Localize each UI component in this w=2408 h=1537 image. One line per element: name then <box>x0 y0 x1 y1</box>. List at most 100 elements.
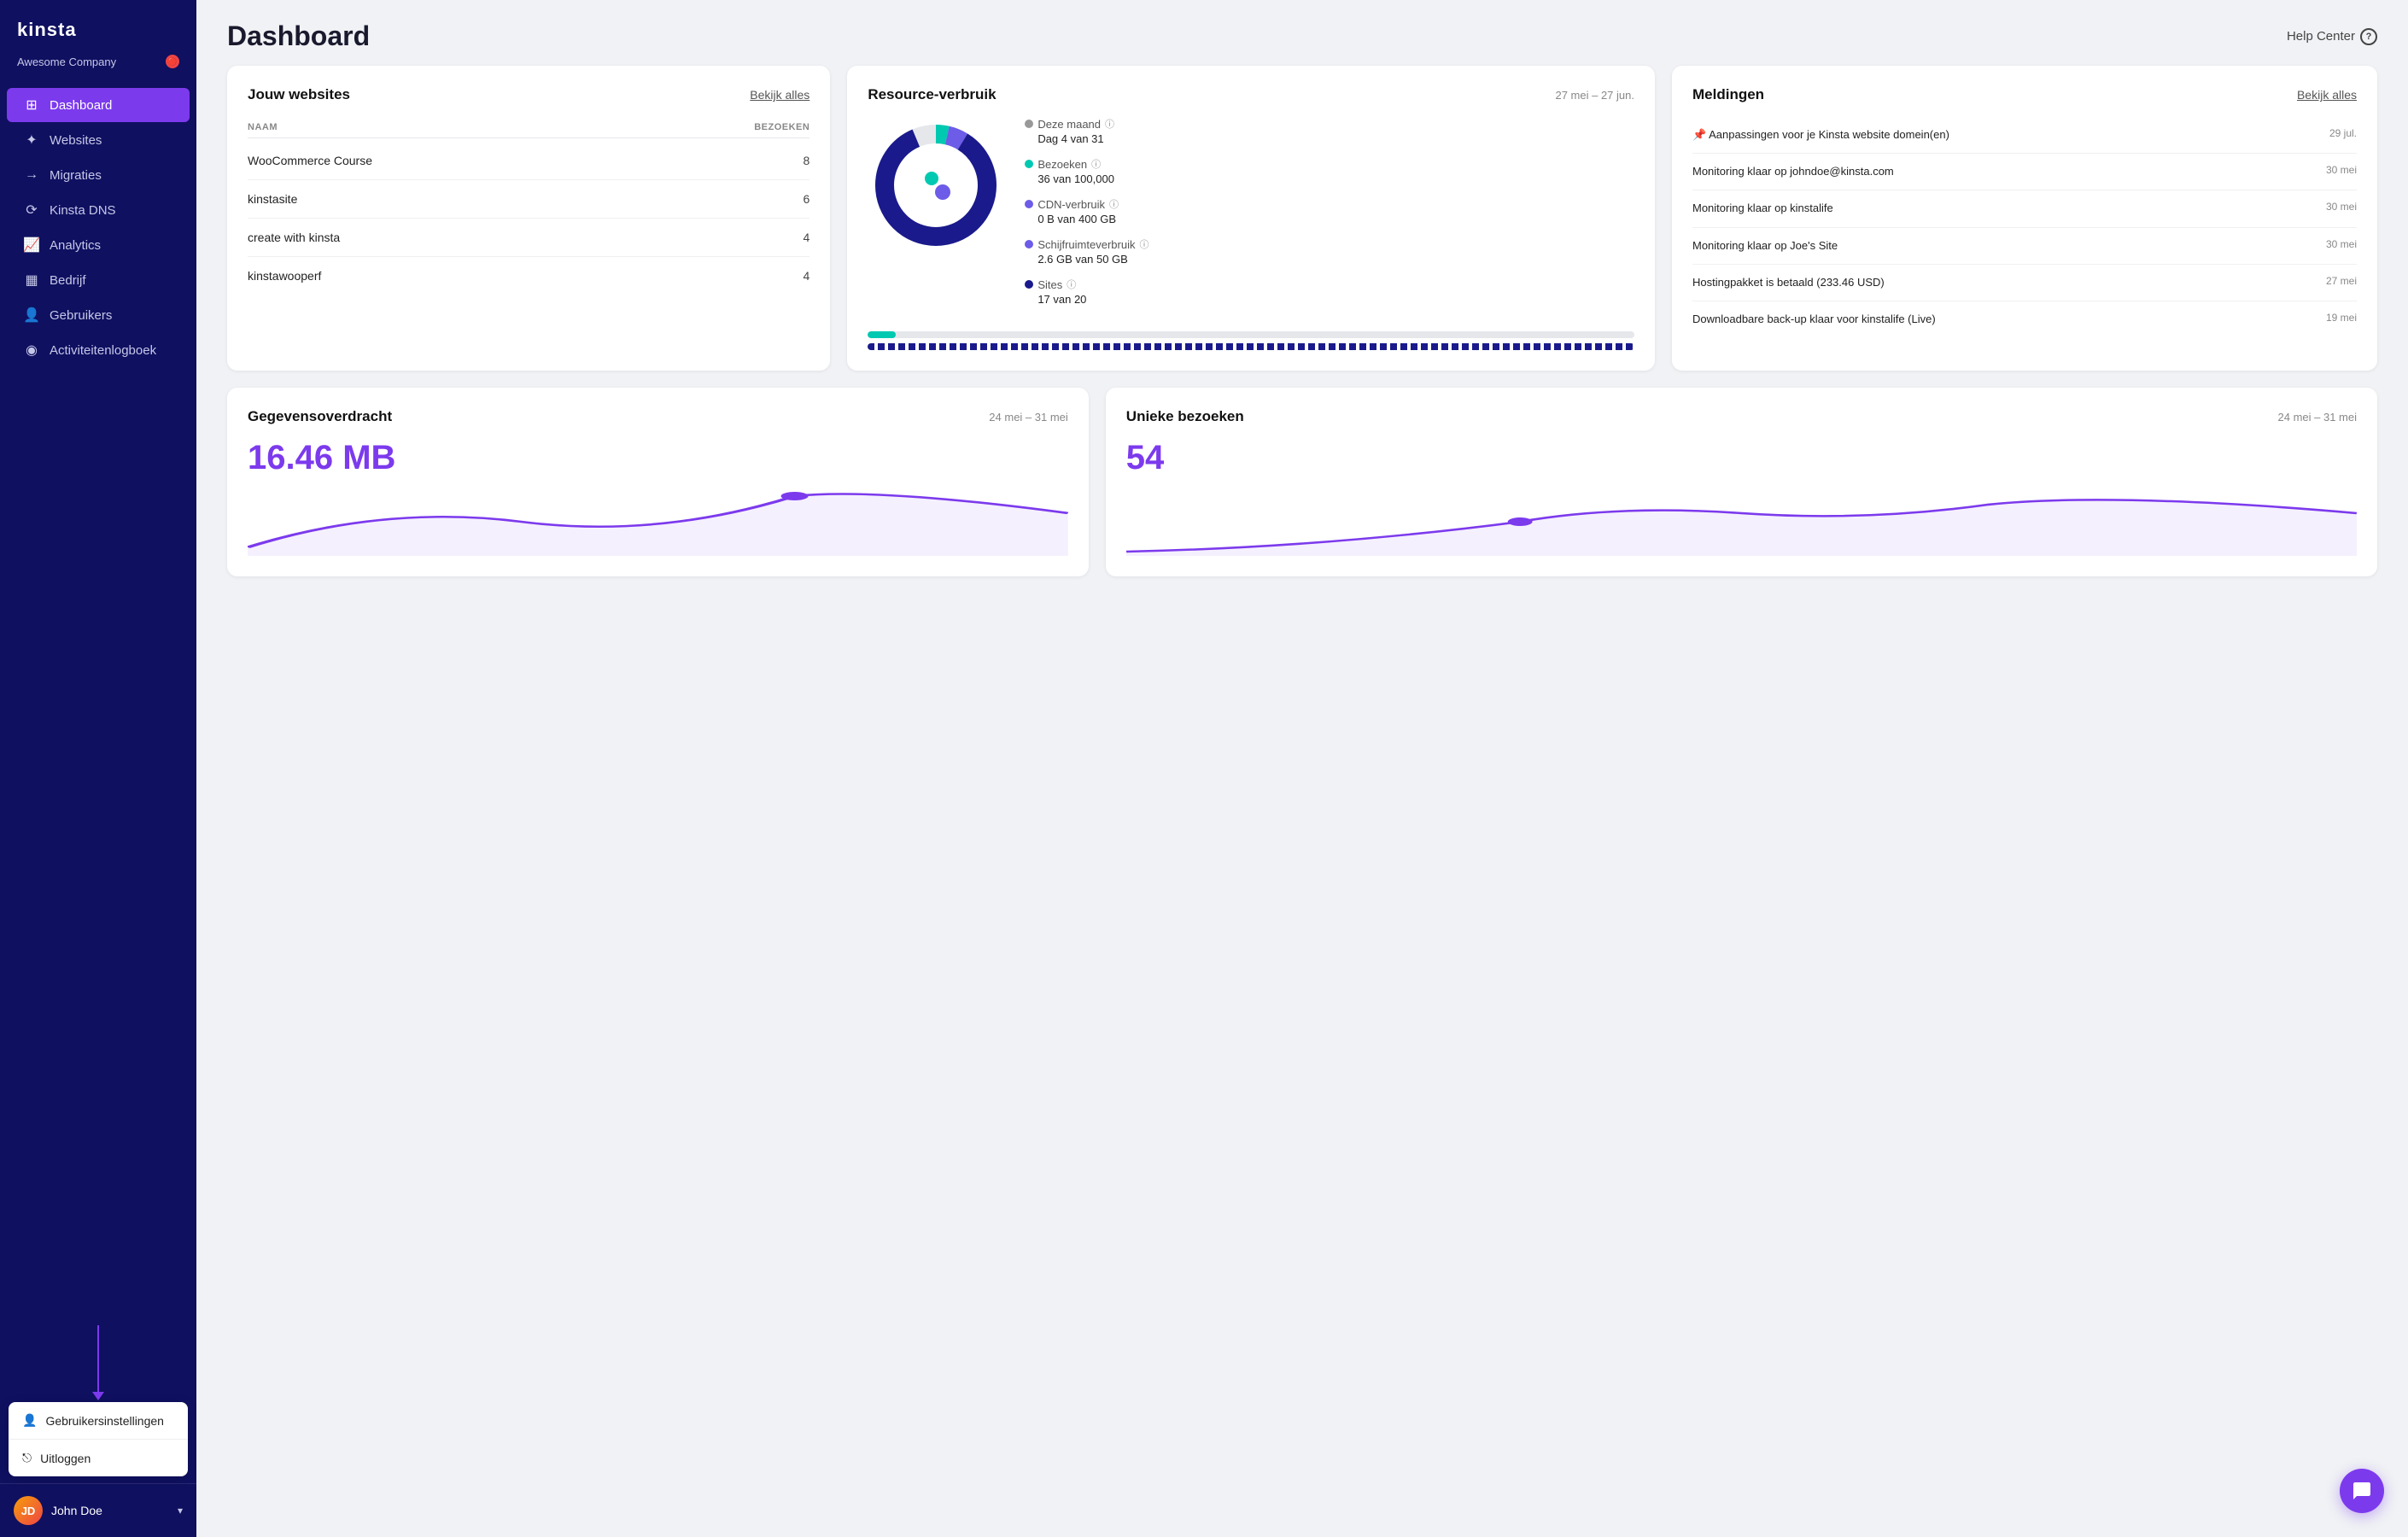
transfer-date: 24 mei – 31 mei <box>989 411 1068 424</box>
activity-icon: ◉ <box>24 342 39 358</box>
notifications-card: Meldingen Bekijk alles 📌 Aanpassingen vo… <box>1672 66 2377 371</box>
notifications-title: Meldingen <box>1692 86 1764 103</box>
nav-label-analytics: Analytics <box>50 238 101 253</box>
user-profile-row[interactable]: JD John Doe ▾ <box>0 1483 196 1537</box>
notification-item: Monitoring klaar op Joe's Site30 mei <box>1692 228 2357 265</box>
disk-info-icon[interactable]: ⓘ <box>1139 237 1148 251</box>
websites-card-header: Jouw websites Bekijk alles <box>248 86 809 103</box>
nav-label-company: Bedrijf <box>50 273 86 288</box>
main-content: Dashboard Help Center ? Jouw websites Be… <box>196 0 2408 1537</box>
sites-info-icon[interactable]: ⓘ <box>1067 278 1076 291</box>
cdn-dot <box>1025 200 1033 208</box>
pin-icon: 📌 <box>1692 128 1706 141</box>
sites-dot <box>1025 280 1033 289</box>
user-settings-item[interactable]: 👤 Gebruikersinstellingen <box>9 1402 188 1439</box>
logo-text: kinsta <box>17 19 77 41</box>
analytics-icon: 📈 <box>24 237 39 253</box>
resources-date-range: 27 mei – 27 jun. <box>1555 89 1634 102</box>
this-month-info-icon[interactable]: ⓘ <box>1105 117 1114 131</box>
logout-label: Uitloggen <box>40 1452 91 1465</box>
disk-dot <box>1025 240 1033 248</box>
notifications-view-all[interactable]: Bekijk alles <box>2297 88 2357 102</box>
sidebar-item-activity[interactable]: ◉ Activiteitenlogboek <box>7 333 190 367</box>
this-month-dot <box>1025 120 1033 128</box>
table-row[interactable]: create with kinsta4 <box>248 219 809 257</box>
sidebar-item-dashboard[interactable]: ⊞ Dashboard <box>7 88 190 122</box>
user-settings-label: Gebruikersinstellingen <box>45 1414 164 1428</box>
logout-icon: ⎋ <box>22 1451 32 1465</box>
stat-sites: Sites ⓘ 17 van 20 <box>1025 278 1634 306</box>
logo-area: kinsta <box>0 0 196 50</box>
table-row[interactable]: WooCommerce Course 8 <box>248 142 809 180</box>
cdn-value: 0 B van 400 GB <box>1025 213 1634 225</box>
notification-badge[interactable]: 🔴 <box>166 55 179 68</box>
cdn-info-icon[interactable]: ⓘ <box>1109 197 1119 211</box>
notification-item: 📌 Aanpassingen voor je Kinsta website do… <box>1692 117 2357 154</box>
table-row[interactable]: kinstawooperf4 <box>248 257 809 295</box>
sidebar-item-users[interactable]: 👤 Gebruikers <box>7 298 190 332</box>
transfer-value: 16.46 MB <box>248 439 1068 477</box>
notif-text: Downloadbare back-up klaar voor kinstali… <box>1692 312 2316 327</box>
resource-stats: Deze maand ⓘ Dag 4 van 31 Bezoeken ⓘ 36 … <box>1025 117 1634 318</box>
chat-bubble[interactable] <box>2340 1469 2384 1513</box>
user-display-name: John Doe <box>51 1504 169 1517</box>
sidebar-item-dns[interactable]: ⟳ Kinsta DNS <box>7 193 190 227</box>
visits-title: Unieke bezoeken <box>1126 408 1244 425</box>
table-row[interactable]: kinstasite6 <box>248 180 809 219</box>
site-name: kinstawooperf <box>248 269 321 283</box>
globe-icon: ✦ <box>24 132 39 148</box>
top-bar: Dashboard Help Center ? <box>196 0 2408 66</box>
page-title: Dashboard <box>227 20 370 52</box>
visits-progress-fill <box>868 331 895 338</box>
nav-label-migrations: Migraties <box>50 168 102 183</box>
this-month-value: Dag 4 van 31 <box>1025 132 1634 145</box>
arrow-down-indicator <box>97 1325 99 1394</box>
visit-count: 8 <box>804 154 810 167</box>
donut-chart <box>868 117 1004 254</box>
stat-visits: Bezoeken ⓘ 36 van 100,000 <box>1025 157 1634 185</box>
disk-value: 2.6 GB van 50 GB <box>1025 253 1634 266</box>
sidebar-item-company[interactable]: ▦ Bedrijf <box>7 263 190 297</box>
visits-info-icon[interactable]: ⓘ <box>1091 157 1101 171</box>
notif-date: 19 mei <box>2326 312 2357 324</box>
home-icon: ⊞ <box>24 97 39 113</box>
notifications-card-header: Meldingen Bekijk alles <box>1692 86 2357 103</box>
company-icon: ▦ <box>24 272 39 288</box>
nav-label-dashboard: Dashboard <box>50 98 112 113</box>
dotted-progress <box>868 343 1634 350</box>
nav-label-dns: Kinsta DNS <box>50 203 116 218</box>
notif-date: 29 jul. <box>2329 127 2357 139</box>
transfer-chart <box>248 488 1068 556</box>
top-cards-row: Jouw websites Bekijk alles NAAM BEZOEKEN… <box>196 66 2408 388</box>
company-name: Awesome Company <box>17 56 116 68</box>
company-row: Awesome Company 🔴 <box>0 50 196 84</box>
dns-icon: ⟳ <box>24 202 39 218</box>
stat-this-month: Deze maand ⓘ Dag 4 van 31 <box>1025 117 1634 145</box>
resources-card: Resource-verbruik 27 mei – 27 jun. <box>847 66 1655 371</box>
transfer-card: Gegevensoverdracht 24 mei – 31 mei 16.46… <box>227 388 1089 576</box>
help-icon: ? <box>2360 28 2377 45</box>
websites-table-header: NAAM BEZOEKEN <box>248 117 809 138</box>
websites-table: WooCommerce Course 8 kinstasite6create wit… <box>248 142 809 295</box>
visits-date: 24 mei – 31 mei <box>2278 411 2358 424</box>
bottom-cards-row: Gegevensoverdracht 24 mei – 31 mei 16.46… <box>196 388 2408 593</box>
visits-chart <box>1126 488 2357 556</box>
sidebar-item-migrations[interactable]: → Migraties <box>7 158 190 192</box>
stat-disk: Schijfruimteverbruik ⓘ 2.6 GB van 50 GB <box>1025 237 1634 266</box>
logout-item[interactable]: ⎋ Uitloggen <box>9 1439 188 1476</box>
websites-view-all[interactable]: Bekijk alles <box>750 88 809 102</box>
nav-label-users: Gebruikers <box>50 308 112 323</box>
site-name: WooCommerce Course <box>248 154 372 167</box>
resource-content: Deze maand ⓘ Dag 4 van 31 Bezoeken ⓘ 36 … <box>868 117 1634 318</box>
visit-count: 4 <box>804 231 810 244</box>
sidebar-item-websites[interactable]: ✦ Websites <box>7 123 190 157</box>
donut-svg <box>868 117 1004 254</box>
visits-card: Unieke bezoeken 24 mei – 31 mei 54 <box>1106 388 2377 576</box>
visits-value: 36 van 100,000 <box>1025 172 1634 185</box>
help-center-link[interactable]: Help Center ? <box>2287 28 2377 45</box>
nav-label-websites: Websites <box>50 133 102 148</box>
resources-card-title: Resource-verbruik <box>868 86 996 103</box>
sidebar-item-analytics[interactable]: 📈 Analytics <box>7 228 190 262</box>
col-name-label: NAAM <box>248 122 278 132</box>
notif-date: 30 mei <box>2326 201 2357 213</box>
